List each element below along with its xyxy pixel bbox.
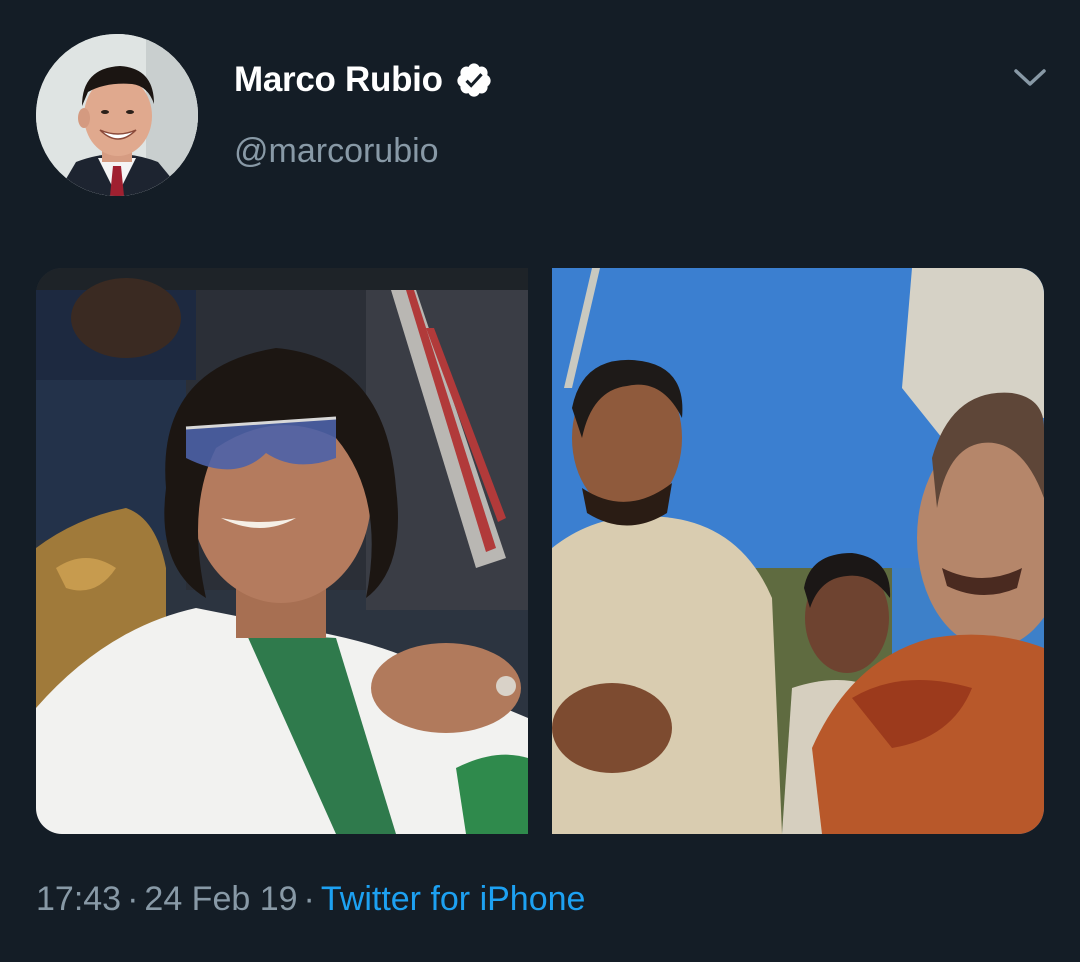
photo-image xyxy=(552,268,1044,834)
tweet-menu-button[interactable] xyxy=(1010,62,1050,94)
author-info: Marco Rubio @marcorubio xyxy=(234,58,493,171)
media-grid xyxy=(36,268,1044,834)
meta-separator: · xyxy=(127,880,139,918)
media-photo-left[interactable] xyxy=(36,268,528,834)
chevron-down-icon xyxy=(1014,69,1046,86)
tweet-date: 24 Feb 19 xyxy=(144,880,298,918)
tweet-time: 17:43 xyxy=(36,880,122,918)
tweet: Marco Rubio @marcorubio 17:43 · 24 Feb 1… xyxy=(0,0,1080,962)
verified-badge-icon xyxy=(455,61,493,99)
photo-image xyxy=(36,268,528,834)
tweet-meta: 17:43 · 24 Feb 19 · Twitter for iPhone xyxy=(36,880,585,919)
media-photo-right[interactable] xyxy=(552,268,1044,834)
tweet-source-link[interactable]: Twitter for iPhone xyxy=(321,880,586,918)
avatar-image xyxy=(36,34,198,196)
meta-separator: · xyxy=(303,880,315,918)
name-row: Marco Rubio xyxy=(234,58,493,102)
user-avatar[interactable] xyxy=(36,34,198,196)
user-handle[interactable]: @marcorubio xyxy=(234,132,493,171)
display-name[interactable]: Marco Rubio xyxy=(234,60,443,100)
